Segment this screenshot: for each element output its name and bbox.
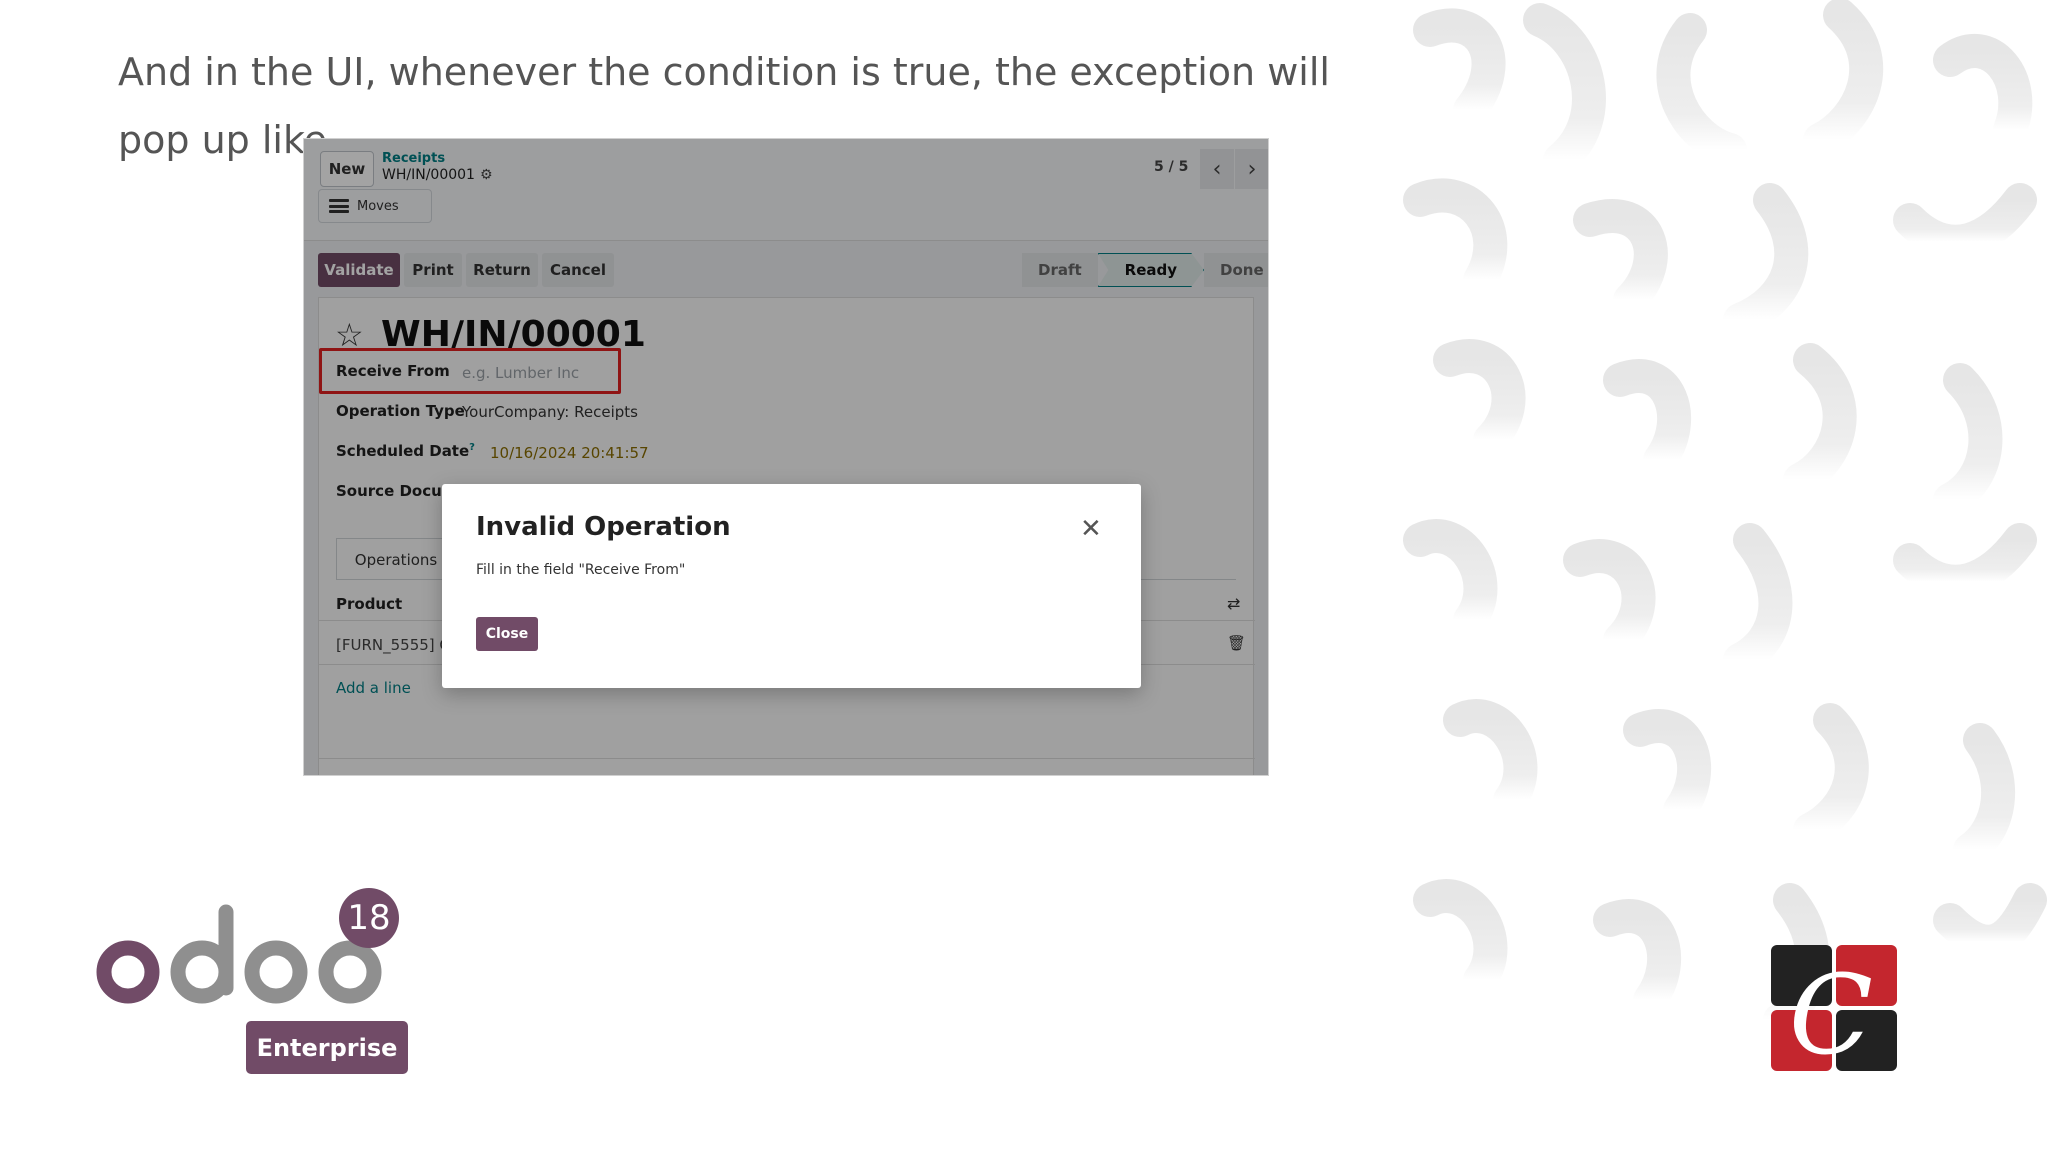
invalid-operation-dialog: Invalid Operation ✕ Fill in the field "R… — [442, 484, 1141, 688]
background-squiggle-pattern — [1403, 0, 2047, 1037]
dialog-close-button[interactable]: Close — [476, 617, 538, 651]
dialog-title: Invalid Operation — [476, 512, 731, 542]
svg-text:C: C — [1789, 951, 1873, 1071]
close-icon[interactable]: ✕ — [1080, 516, 1102, 542]
company-logo: C — [1771, 945, 1897, 1071]
enterprise-badge: Enterprise — [246, 1021, 408, 1074]
version-badge: 18 — [339, 888, 399, 948]
odoo-screenshot: New Receipts WH/IN/00001 ⚙ Moves 5 / 5 ‹… — [303, 138, 1269, 776]
dialog-message: Fill in the field "Receive From" — [476, 562, 686, 578]
